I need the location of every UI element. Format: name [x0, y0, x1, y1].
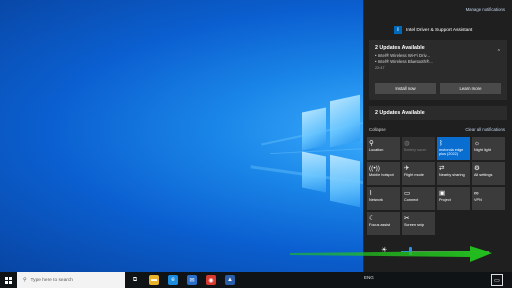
- brightness-slider-thumb[interactable]: [408, 247, 412, 255]
- quick-action-tile[interactable]: ◍ Battery saver: [402, 137, 435, 160]
- notification-time: 22:47: [375, 66, 385, 70]
- vpn-icon: ∞: [474, 190, 479, 197]
- quick-action-label: Network: [369, 198, 383, 202]
- intel-app-icon: i: [394, 26, 402, 34]
- language-indicator[interactable]: ENG: [364, 275, 374, 280]
- notification-app-name: Intel Driver & Support Assistant: [406, 27, 473, 33]
- mail-icon[interactable]: ✉: [187, 275, 197, 285]
- quick-action-tile[interactable]: ⚲ Location: [367, 137, 400, 160]
- network-icon: ⌇: [369, 190, 373, 197]
- file-explorer-icon[interactable]: ▬: [149, 275, 159, 285]
- chrome-icon[interactable]: ◉: [206, 275, 216, 285]
- quick-action-label: All settings: [474, 173, 493, 177]
- windows-start-icon: [4, 276, 12, 284]
- location-icon: ⚲: [369, 140, 374, 147]
- quick-action-label: Night light: [474, 148, 491, 152]
- quick-action-tile[interactable]: ((•)) Mobile hotspot: [367, 162, 400, 185]
- taskbar-search-box[interactable]: ⚲ Type here to search: [17, 272, 125, 288]
- manage-notifications-link[interactable]: Manage notifications: [466, 7, 505, 12]
- quick-action-label: motorola edge plus (2022): [439, 148, 464, 157]
- brightness-slider-track[interactable]: [401, 251, 489, 252]
- clear-all-notifications-link[interactable]: Clear all notifications: [465, 127, 505, 132]
- collapse-link[interactable]: Collapse: [369, 127, 386, 132]
- quick-action-label: Flight mode: [404, 173, 424, 177]
- search-placeholder: Type here to search: [30, 277, 73, 283]
- quick-action-label: Battery saver: [404, 148, 427, 152]
- mobile-hotspot-icon: ((•)): [369, 165, 380, 172]
- notification-app-header: i Intel Driver & Support Assistant: [394, 26, 472, 34]
- quick-action-label: Location: [369, 148, 384, 152]
- quick-action-label: VPN: [474, 198, 482, 202]
- brightness-control: ☀: [381, 246, 491, 256]
- bluetooth-icon: ᛒ: [439, 140, 443, 147]
- edge-icon[interactable]: e: [168, 275, 178, 285]
- notification-card[interactable]: 2 Updates Available • Intel® Wireless Wi…: [369, 40, 507, 100]
- learn-more-button[interactable]: Learn more: [440, 83, 501, 94]
- battery-saver-icon: ◍: [404, 140, 410, 147]
- quick-action-tile[interactable]: ∞ VPN: [472, 187, 505, 210]
- install-now-button[interactable]: Install now: [375, 83, 436, 94]
- project-icon: ▣: [439, 190, 446, 197]
- quick-action-label: Screen snip: [404, 223, 425, 227]
- start-button[interactable]: [0, 272, 16, 288]
- flight-mode-icon: ✈: [404, 165, 410, 172]
- quick-action-tile[interactable]: ☼ Night light: [472, 137, 505, 160]
- quick-action-label: Mobile hotspot: [369, 173, 394, 177]
- quick-action-tile[interactable]: ▭ Connect: [402, 187, 435, 210]
- windows-logo: [300, 94, 364, 214]
- connect-icon: ▭: [404, 190, 411, 197]
- quick-action-label: Project: [439, 198, 451, 202]
- notification-card-collapsed[interactable]: 2 Updates Available: [369, 106, 507, 120]
- search-icon: ⚲: [23, 277, 27, 283]
- focus-assist-icon: ☾: [369, 215, 375, 222]
- quick-action-tile[interactable]: ⚙ All settings: [472, 162, 505, 185]
- night-light-icon: ☼: [474, 140, 480, 147]
- quick-action-tile[interactable]: ☾ Focus assist: [367, 212, 400, 235]
- quick-action-label: Focus assist: [369, 223, 391, 227]
- chevron-up-icon[interactable]: ^: [498, 49, 500, 55]
- quick-action-tile[interactable]: ▣ Project: [437, 187, 470, 210]
- quick-action-label: Nearby sharing: [439, 173, 465, 177]
- nearby-sharing-icon: ⇄: [439, 165, 445, 172]
- quick-action-label: Connect: [404, 198, 419, 202]
- notification-line: • Intel® Wireless Wi-Fi Driv...: [375, 52, 430, 58]
- screen-snip-icon: ✂: [404, 215, 410, 222]
- quick-action-tile[interactable]: ⌇ Network: [367, 187, 400, 210]
- photos-icon[interactable]: ▲: [225, 275, 235, 285]
- notification-title: 2 Updates Available: [375, 45, 425, 51]
- settings-icon: ⚙: [474, 165, 480, 172]
- brightness-icon: ☀: [381, 247, 388, 254]
- quick-action-tile[interactable]: ✂ Screen snip: [402, 212, 435, 235]
- notification-line: • Intel® Wireless Bluetooth®...: [375, 59, 433, 64]
- notification-center-icon[interactable]: ▭: [491, 274, 503, 286]
- quick-action-tile[interactable]: ᛒ motorola edge plus (2022): [437, 137, 470, 160]
- task-view-icon[interactable]: ⧉: [130, 275, 140, 285]
- taskbar: ⚲ Type here to search ⧉ ▬ e ✉ ◉ ▲ ENG ▭: [0, 272, 512, 288]
- quick-action-tile[interactable]: ⇄ Nearby sharing: [437, 162, 470, 185]
- quick-action-tile[interactable]: ✈ Flight mode: [402, 162, 435, 185]
